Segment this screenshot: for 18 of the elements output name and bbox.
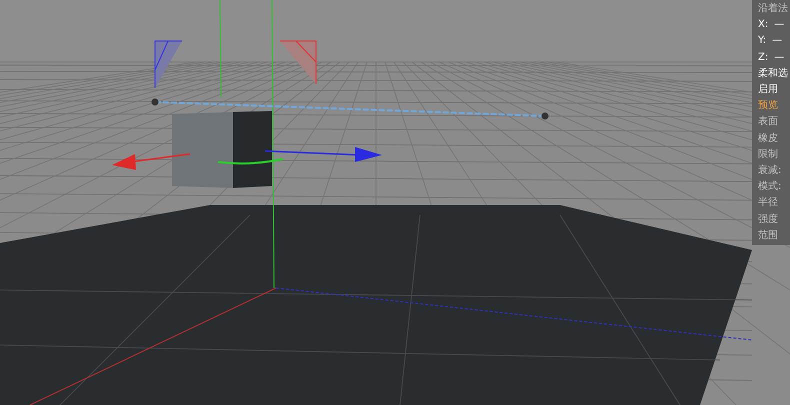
attribute-label: 强度 [758, 214, 778, 225]
attribute-label: 范围 [758, 230, 778, 241]
coord-value: — [772, 36, 782, 46]
attribute-label: 柔和选 [758, 68, 788, 79]
coord-label: Y: [758, 36, 766, 46]
attribute-label: 模式: [758, 182, 782, 192]
attribute-label: 限制 [758, 150, 778, 160]
coord-label: Z: [758, 52, 768, 63]
coord-value: — [774, 20, 784, 30]
attribute-label: 半径 [758, 198, 778, 208]
attribute-label: 橡皮 [758, 134, 778, 144]
coord-value: — [774, 52, 784, 63]
attribute-label: 衰减: [758, 166, 782, 176]
attribute-label: 预览 [758, 101, 778, 112]
attribute-label: 沿着法 [758, 4, 788, 14]
attribute-label: 启用 [758, 85, 778, 96]
attribute-label: 表面 [758, 117, 778, 128]
coord-label: X: [758, 20, 768, 30]
